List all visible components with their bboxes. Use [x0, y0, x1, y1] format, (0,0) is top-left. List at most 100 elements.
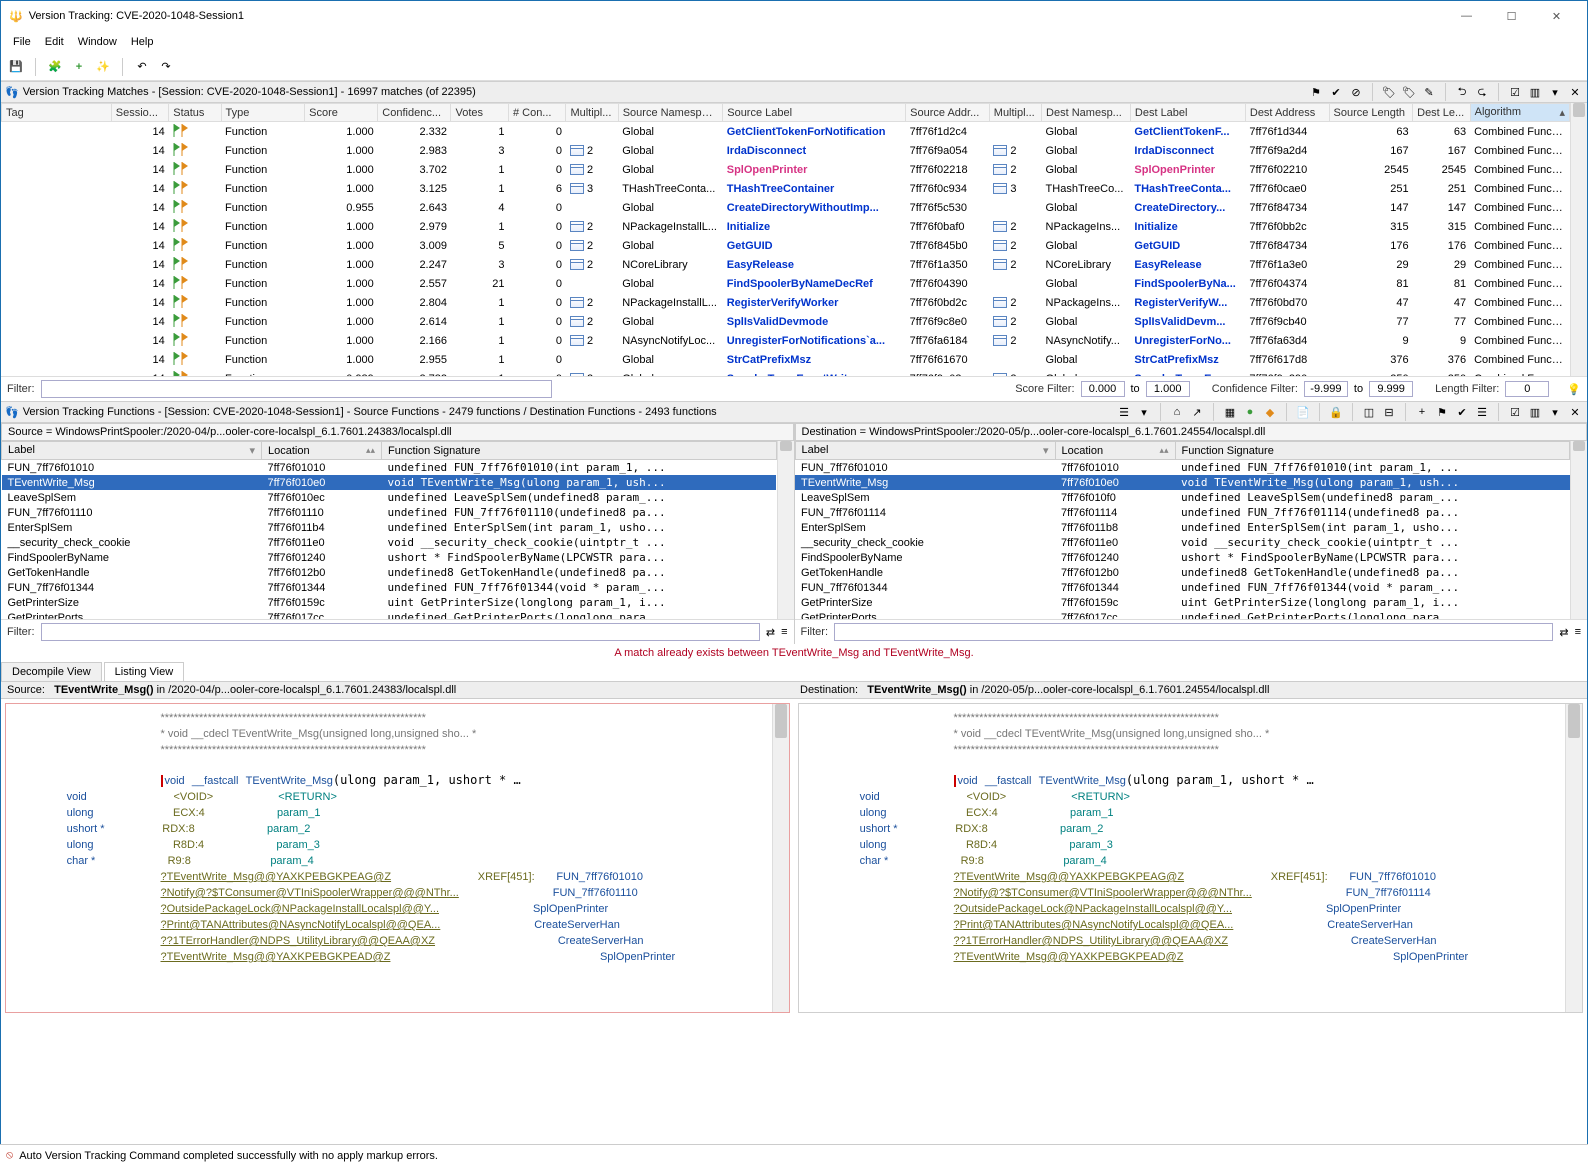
- matches-col-header[interactable]: Tag: [2, 104, 112, 122]
- function-row[interactable]: TEventWrite_Msg7ff76f010e0void TEventWri…: [795, 475, 1570, 490]
- panel-close-icon[interactable]: ✕: [1567, 84, 1583, 100]
- conf-from-input[interactable]: [1304, 381, 1348, 397]
- book-icon[interactable]: 📄: [1295, 404, 1311, 420]
- match-row[interactable]: 14Function1.0002.24730 2NCoreLibraryEasy…: [2, 255, 1570, 274]
- cfg2-icon[interactable]: ≡: [1575, 626, 1581, 638]
- matches-col-header[interactable]: Dest Namesp...: [1042, 104, 1131, 122]
- menu2-icon[interactable]: ▾: [1547, 404, 1563, 420]
- function-row[interactable]: FUN_7ff76f010107ff76f01010undefined FUN_…: [2, 460, 777, 476]
- flag-icon[interactable]: ⚑: [1308, 84, 1324, 100]
- dest-functions-table[interactable]: Label▾ Location▴▴ Function Signature FUN…: [795, 441, 1571, 619]
- src-funcs-scrollbar[interactable]: [777, 441, 794, 619]
- dst-code-scrollbar[interactable]: [1565, 704, 1582, 1012]
- matches-col-header[interactable]: Sessio...: [111, 104, 168, 122]
- orange-icon[interactable]: ◆: [1262, 404, 1278, 420]
- match-row[interactable]: 14Function1.0002.16610 2NAsyncNotifyLoc.…: [2, 331, 1570, 350]
- function-row[interactable]: FUN_7ff76f010107ff76f01010undefined FUN_…: [795, 460, 1570, 476]
- matches-col-header[interactable]: Votes: [451, 104, 508, 122]
- list-icon[interactable]: ☰: [1116, 404, 1132, 420]
- split-icon[interactable]: ◫: [1361, 404, 1377, 420]
- tag-icon[interactable]: 🏷: [1381, 84, 1397, 100]
- function-row[interactable]: LeaveSplSem7ff76f010ecundefined LeaveSpl…: [2, 490, 777, 505]
- len-filter-input[interactable]: [1505, 381, 1549, 397]
- matches-col-header[interactable]: Confidenc...: [378, 104, 451, 122]
- col-sig-d[interactable]: Function Signature: [1175, 442, 1570, 460]
- stop-icon[interactable]: ⦸: [6, 1149, 13, 1162]
- matches-col-header[interactable]: Multipl...: [566, 104, 618, 122]
- close-button[interactable]: ✕: [1534, 2, 1579, 30]
- cfg-icon[interactable]: ≡: [781, 626, 787, 638]
- arrow-icon[interactable]: ↗: [1189, 404, 1205, 420]
- plus-icon[interactable]: +: [1414, 404, 1430, 420]
- next-icon[interactable]: ⮎: [1474, 84, 1490, 100]
- puzzle-icon[interactable]: 🧩: [46, 58, 64, 76]
- function-row[interactable]: __security_check_cookie7ff76f011e0void _…: [795, 535, 1570, 550]
- matches-col-header[interactable]: Source Addr...: [906, 104, 990, 122]
- prev-icon[interactable]: ⮌: [1454, 84, 1470, 100]
- match-row[interactable]: 14Function1.0003.00950 2GlobalGetGUID7ff…: [2, 236, 1570, 255]
- function-row[interactable]: FindSpoolerByName7ff76f01240ushort * Fin…: [2, 550, 777, 565]
- match-row[interactable]: 14Function1.0002.557210GlobalFindSpooler…: [2, 274, 1570, 293]
- columns2-icon[interactable]: ▥: [1527, 404, 1543, 420]
- swap-icon[interactable]: ⇄: [766, 626, 775, 639]
- swap2-icon[interactable]: ⇄: [1559, 626, 1568, 639]
- matches-col-header[interactable]: Score: [305, 104, 378, 122]
- match-row[interactable]: 14Function1.0003.12516 3THashTreeConta..…: [2, 179, 1570, 198]
- match-row[interactable]: 14Function0.9892.78210 2GlobalSpoolerTra…: [2, 369, 1570, 376]
- function-row[interactable]: FUN_7ff76f011147ff76f01114undefined FUN_…: [795, 505, 1570, 520]
- gear-icon[interactable]: ☑: [1507, 84, 1523, 100]
- col-label-d[interactable]: Label▾: [795, 442, 1055, 460]
- score-from-input[interactable]: [1081, 381, 1125, 397]
- dst-func-filter-input[interactable]: [834, 623, 1553, 641]
- col-location-d[interactable]: Location▴▴: [1055, 442, 1175, 460]
- match-row[interactable]: 14Function1.0002.33210GlobalGetClientTok…: [2, 122, 1570, 142]
- match-row[interactable]: 14Function1.0002.80410 2NPackageInstallL…: [2, 293, 1570, 312]
- matches-col-header[interactable]: Algorithm ▴: [1470, 104, 1569, 122]
- menu-edit[interactable]: Edit: [39, 34, 70, 50]
- matches-col-header[interactable]: Source Namespace: [618, 104, 723, 122]
- source-functions-table[interactable]: Label▾ Location▴▴ Function Signature FUN…: [1, 441, 777, 619]
- wand-icon[interactable]: ✨: [94, 58, 112, 76]
- function-row[interactable]: GetPrinterSize7ff76f0159cuint GetPrinter…: [2, 595, 777, 610]
- menu-icon[interactable]: ▾: [1547, 84, 1563, 100]
- tab-listing[interactable]: Listing View: [104, 662, 185, 681]
- src-code-scrollbar[interactable]: [772, 704, 789, 1012]
- function-row[interactable]: TEventWrite_Msg7ff76f010e0void TEventWri…: [2, 475, 777, 490]
- function-row[interactable]: GetPrinterSize7ff76f0159cuint GetPrinter…: [795, 595, 1570, 610]
- matches-table[interactable]: TagSessio...StatusTypeScoreConfidenc...V…: [1, 103, 1570, 376]
- col-location[interactable]: Location▴▴: [262, 442, 382, 460]
- menu-file[interactable]: File: [7, 34, 37, 50]
- function-row[interactable]: EnterSplSem7ff76f011b4undefined EnterSpl…: [2, 520, 777, 535]
- matches-col-header[interactable]: Dest Le...: [1413, 104, 1470, 122]
- block-icon[interactable]: ⊘: [1348, 84, 1364, 100]
- function-row[interactable]: LeaveSplSem7ff76f010f0undefined LeaveSpl…: [795, 490, 1570, 505]
- flag2-icon[interactable]: ⚑: [1434, 404, 1450, 420]
- function-row[interactable]: EnterSplSem7ff76f011b8undefined EnterSpl…: [795, 520, 1570, 535]
- function-row[interactable]: FUN_7ff76f013447ff76f01344undefined FUN_…: [2, 580, 777, 595]
- match-row[interactable]: 14Function1.0002.98330 2GlobalIrdaDiscon…: [2, 141, 1570, 160]
- matches-col-header[interactable]: # Con...: [508, 104, 565, 122]
- panel-close2-icon[interactable]: ✕: [1567, 404, 1583, 420]
- function-row[interactable]: FindSpoolerByName7ff76f01240ushort * Fin…: [795, 550, 1570, 565]
- split-h-icon[interactable]: ⊟: [1381, 404, 1397, 420]
- matches-col-header[interactable]: Type: [221, 104, 305, 122]
- matches-scrollbar[interactable]: [1570, 103, 1587, 376]
- menu-help[interactable]: Help: [125, 34, 160, 50]
- grid-icon[interactable]: ▦: [1222, 404, 1238, 420]
- tab-decompile[interactable]: Decompile View: [1, 662, 102, 681]
- match-row[interactable]: 14Function1.0002.95510GlobalStrCatPrefix…: [2, 350, 1570, 369]
- redo-icon[interactable]: ↷: [157, 58, 175, 76]
- bulb-icon[interactable]: 💡: [1567, 383, 1581, 396]
- src-func-filter-input[interactable]: [41, 623, 760, 641]
- list2-icon[interactable]: ☰: [1474, 404, 1490, 420]
- menu-window[interactable]: Window: [72, 34, 123, 50]
- match-row[interactable]: 14Function1.0002.97910 2NPackageInstallL…: [2, 217, 1570, 236]
- match-row[interactable]: 14Function0.9552.64340GlobalCreateDirect…: [2, 198, 1570, 217]
- maximize-button[interactable]: ☐: [1489, 2, 1534, 30]
- add-icon[interactable]: +: [70, 58, 88, 76]
- minimize-button[interactable]: —: [1444, 2, 1489, 30]
- matches-col-header[interactable]: Dest Label: [1130, 104, 1245, 122]
- function-row[interactable]: GetTokenHandle7ff76f012b0undefined8 GetT…: [2, 565, 777, 580]
- dst-funcs-scrollbar[interactable]: [1570, 441, 1587, 619]
- function-row[interactable]: GetPrinterPorts7ff76f017ccundefined GetP…: [2, 610, 777, 619]
